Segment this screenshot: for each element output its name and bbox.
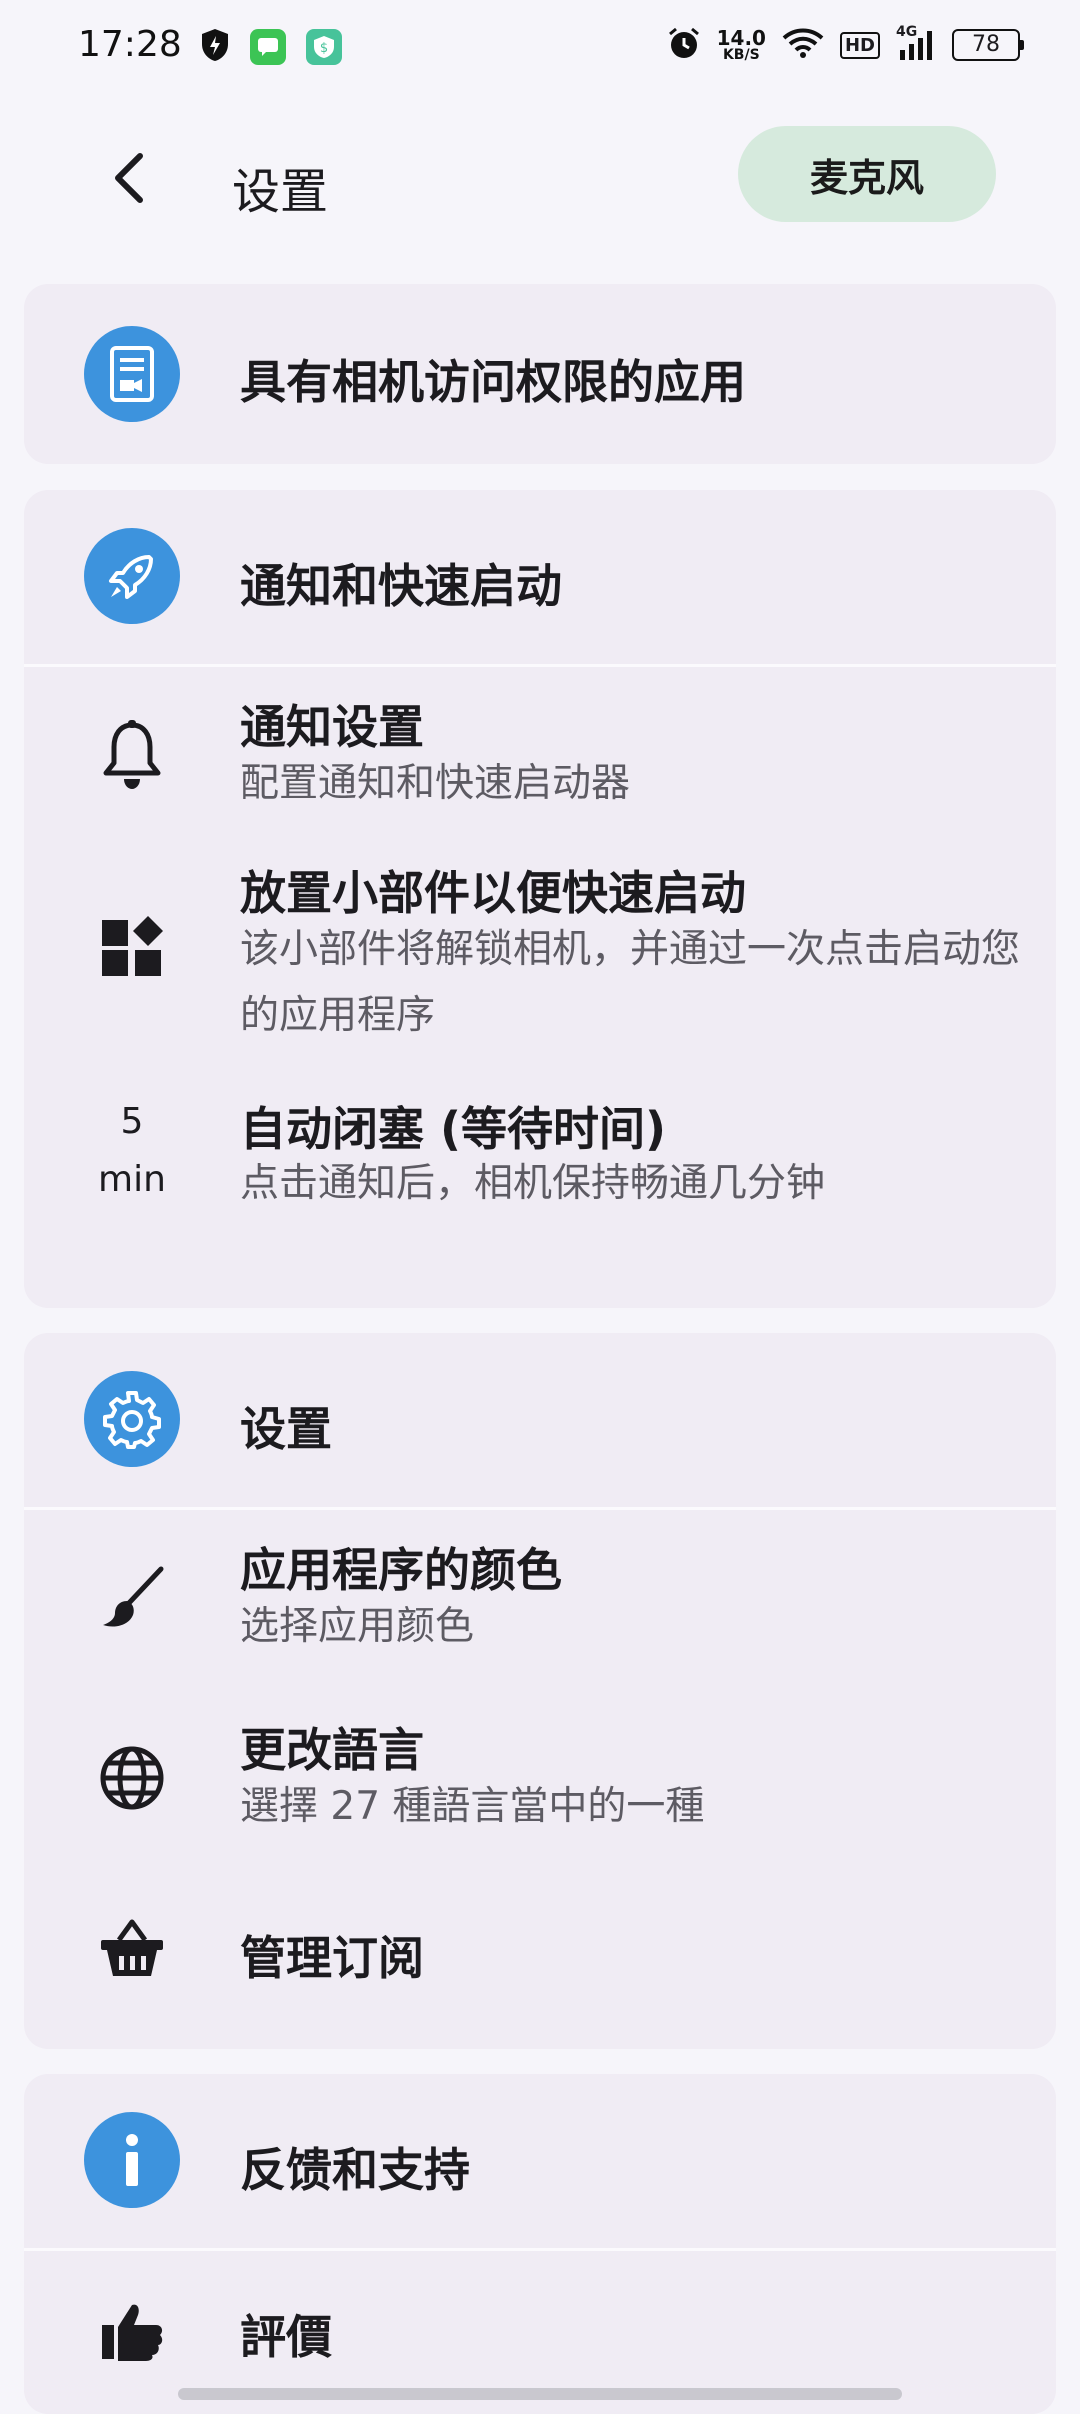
auto-lock-minutes: 5 — [120, 1101, 144, 1142]
notifications-header: 通知和快速启动 — [24, 490, 1056, 664]
notifications-card: 通知和快速启动 通知设置 配置通知和快速启动器 放置小部件以便快速启动 该小部件… — [24, 490, 1056, 1308]
auto-lock-title: 自动闭塞 (等待时间) — [240, 1102, 667, 1156]
rate-title: 評價 — [240, 2310, 332, 2364]
notifications-title: 通知和快速启动 — [240, 559, 562, 613]
basket-icon — [84, 1900, 180, 1996]
globe-icon — [84, 1730, 180, 1826]
place-widget-row[interactable]: 放置小部件以便快速启动 该小部件将解锁相机，并通过一次点击启动您的应用程序 — [24, 847, 1056, 1093]
feedback-title: 反馈和支持 — [240, 2143, 470, 2197]
app-color-subtitle: 选择应用颜色 — [240, 1604, 475, 1649]
info-icon — [84, 2112, 180, 2208]
widgets-icon — [84, 899, 180, 995]
camera-access-row[interactable]: 具有相机访问权限的应用 — [24, 284, 1056, 464]
change-language-subtitle: 選擇 27 種語言當中的一種 — [240, 1784, 705, 1829]
wallet-app-icon: $ — [306, 29, 342, 65]
settings-header: 设置 — [24, 1333, 1056, 1507]
back-arrow-icon[interactable] — [104, 150, 160, 206]
camera-access-title: 具有相机访问权限的应用 — [240, 355, 746, 409]
auto-lock-value: 5 min — [84, 1101, 180, 1200]
camera-app-icon — [84, 326, 180, 422]
status-bar: 17:28 $ 14.0 KB/S HD 4G 78 — [0, 0, 1080, 96]
auto-lock-subtitle: 点击通知后，相机保持畅通几分钟 — [240, 1161, 826, 1206]
auto-lock-unit: min — [98, 1159, 166, 1200]
gear-icon — [84, 1371, 180, 1467]
change-language-title: 更改語言 — [240, 1723, 424, 1777]
bell-icon — [84, 707, 180, 803]
paintbrush-icon — [84, 1550, 180, 1646]
change-language-row[interactable]: 更改語言 選擇 27 種語言當中的一種 — [24, 1690, 1056, 1870]
svg-text:$: $ — [320, 41, 328, 56]
hd-badge: HD — [839, 31, 880, 59]
place-widget-title: 放置小部件以便快速启动 — [240, 866, 746, 920]
page-title: 设置 — [232, 164, 329, 220]
manage-subscription-title: 管理订阅 — [240, 1931, 424, 1985]
net-speed-value: 14.0 — [716, 26, 766, 50]
feedback-card: 反馈和支持 評價 — [24, 2074, 1056, 2414]
settings-title: 设置 — [240, 1402, 332, 1456]
wifi-icon — [782, 27, 824, 63]
microphone-button[interactable]: 麦克风 — [738, 126, 996, 222]
rocket-icon — [84, 528, 180, 624]
signal-icon: 4G — [896, 24, 936, 62]
manage-subscription-row[interactable]: 管理订阅 — [24, 1870, 1056, 2049]
rate-row[interactable]: 評價 — [24, 2251, 1056, 2411]
alarm-icon — [667, 26, 701, 64]
notification-settings-subtitle: 配置通知和快速启动器 — [240, 761, 631, 806]
notification-settings-row[interactable]: 通知设置 配置通知和快速启动器 — [24, 667, 1056, 847]
shield-bolt-icon — [200, 28, 230, 66]
gesture-navigation-bar[interactable] — [178, 2388, 902, 2400]
status-time: 17:28 — [78, 24, 182, 65]
top-app-bar: 设置 麦克风 — [0, 110, 1080, 250]
settings-card: 设置 应用程序的颜色 选择应用颜色 更改語言 選擇 27 種語言當中的一種 管理… — [24, 1333, 1056, 2049]
messages-app-icon — [250, 29, 286, 65]
camera-access-card[interactable]: 具有相机访问权限的应用 — [24, 284, 1056, 464]
battery-indicator: 78 — [952, 29, 1024, 61]
feedback-header: 反馈和支持 — [24, 2074, 1056, 2248]
notification-settings-title: 通知设置 — [240, 700, 424, 754]
auto-lock-row[interactable]: 5 min 自动闭塞 (等待时间) 点击通知后，相机保持畅通几分钟 — [24, 1093, 1056, 1293]
place-widget-subtitle: 该小部件将解锁相机，并通过一次点击启动您的应用程序 — [240, 927, 1021, 1038]
app-color-title: 应用程序的颜色 — [240, 1543, 562, 1597]
app-color-row[interactable]: 应用程序的颜色 选择应用颜色 — [24, 1510, 1056, 1690]
thumbs-up-icon — [84, 2291, 180, 2371]
net-speed-unit: KB/S — [722, 47, 760, 63]
